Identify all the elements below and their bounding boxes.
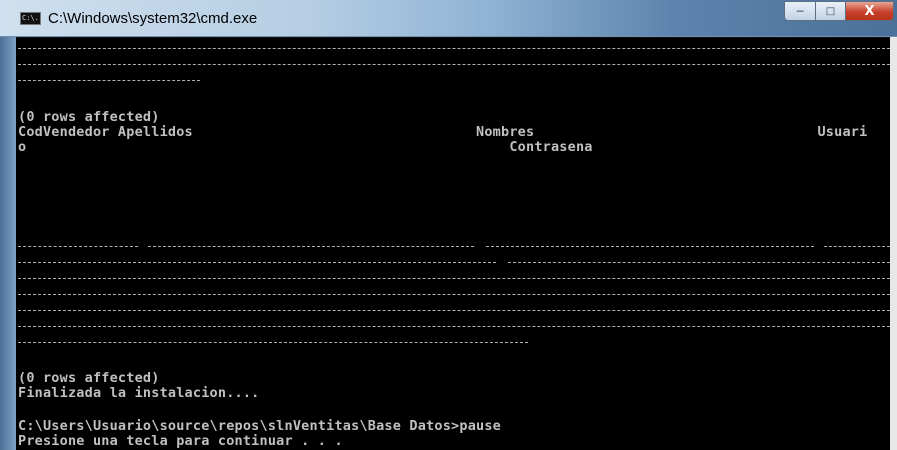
column-headers: CodVendedor Apellidos Nombres Usuari: [18, 124, 868, 140]
separator-line: [18, 294, 890, 295]
maximize-button[interactable]: □: [816, 1, 846, 21]
rows-affected-text: (0 rows affected): [18, 109, 160, 125]
command-prompt-line: C:\Users\Usuario\source\repos\slnVentita…: [18, 418, 502, 434]
console-output[interactable]: (0 rows affected) CodVendedor Apellidos …: [16, 38, 890, 450]
window-title: C:\Windows\system32\cmd.exe: [48, 10, 258, 27]
separator-line: [508, 262, 890, 263]
separator-line: [18, 64, 890, 65]
separator-line: [18, 326, 890, 327]
separator-line: [18, 80, 200, 81]
vertical-scrollbar[interactable]: [890, 37, 897, 450]
separator-line: [18, 310, 890, 311]
separator-line: [18, 246, 138, 247]
maximize-icon: □: [825, 5, 836, 17]
cmd-app-icon: C:\.: [20, 12, 41, 25]
column-headers-wrap: o Contrasena: [18, 139, 593, 155]
separator-line: [148, 246, 474, 247]
close-icon: X: [864, 3, 875, 19]
pause-message: Presione una tecla para continuar . . .: [18, 433, 343, 449]
rows-affected-text: (0 rows affected): [18, 370, 160, 386]
separator-line: [18, 342, 528, 343]
minimize-icon: ─: [796, 4, 804, 18]
title-bar[interactable]: C:\. C:\Windows\system32\cmd.exe ─ □ X: [0, 0, 897, 37]
separator-line: [18, 262, 496, 263]
minimize-button[interactable]: ─: [784, 1, 816, 21]
window-frame-left: [0, 37, 16, 450]
separator-line: [18, 278, 890, 279]
separator-line: [18, 48, 890, 49]
cmd-window: C:\. C:\Windows\system32\cmd.exe ─ □ X (…: [0, 0, 897, 450]
cmd-icon-label: C:\.: [22, 14, 39, 22]
separator-line: [824, 246, 890, 247]
close-button[interactable]: X: [846, 1, 894, 21]
install-finished-text: Finalizada la instalacion....: [18, 385, 260, 401]
separator-line: [486, 246, 814, 247]
window-controls: ─ □ X: [784, 0, 897, 28]
